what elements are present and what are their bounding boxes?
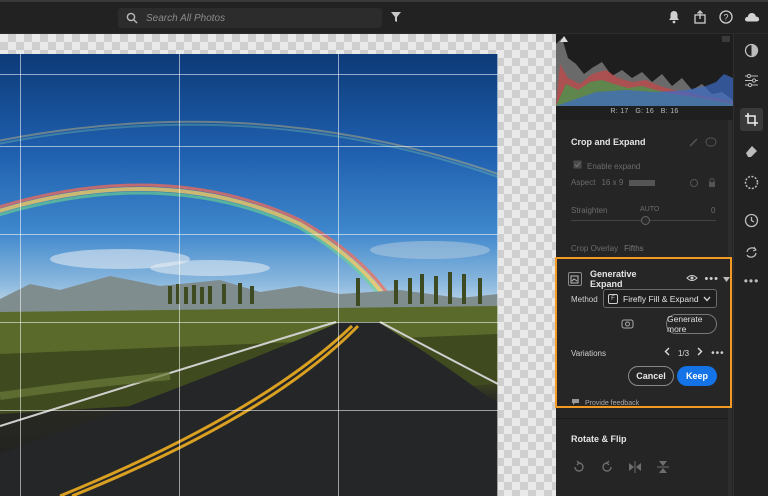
crop-grid-line	[179, 54, 180, 496]
aspect-label: Aspect	[571, 178, 596, 187]
rotate-left-icon[interactable]	[572, 460, 586, 477]
generative-expand-title: Generative Expand	[589, 269, 637, 289]
rotate-aspect-icon[interactable]	[689, 178, 699, 191]
crop-grid-line	[0, 322, 498, 323]
feedback-icon	[571, 397, 580, 409]
checkbox-icon[interactable]	[573, 160, 582, 172]
top-actions: ?	[666, 8, 760, 26]
more-tools-icon[interactable]: •••	[743, 272, 760, 289]
feedback-label: Provide feedback	[585, 399, 640, 407]
feedback-row[interactable]: Provide feedback	[571, 397, 639, 409]
toggle-icon[interactable]	[705, 137, 717, 150]
b-label: B:	[660, 108, 668, 115]
search-placeholder: Search All Photos	[146, 12, 226, 24]
flip-vertical-icon[interactable]	[656, 460, 670, 477]
aspect-swatch	[629, 179, 656, 186]
presets-icon[interactable]	[743, 42, 760, 59]
crop-section: Crop and Expand Enable expand Aspect 16 …	[556, 132, 733, 262]
divider	[556, 418, 733, 419]
straighten-slider-thumb[interactable]	[641, 216, 650, 225]
rotate-right-icon[interactable]	[600, 460, 614, 477]
crop-grid-line	[0, 146, 498, 147]
next-variation-icon[interactable]	[697, 347, 703, 359]
cloud-icon[interactable]	[744, 8, 760, 26]
variations-label: Variations	[571, 348, 606, 358]
svg-text:?: ?	[723, 13, 728, 23]
top-bar: Search All Photos ?	[0, 0, 768, 34]
canvas-area[interactable]	[0, 34, 556, 496]
crop-grid-line	[0, 410, 498, 411]
chevron-down-icon[interactable]	[723, 273, 730, 285]
rgb-readout: R: 17 G: 16 B: 16	[556, 108, 733, 115]
top-border	[0, 0, 768, 2]
method-value: Firefly Fill & Expand	[623, 293, 699, 304]
generative-expand-icon	[568, 272, 582, 286]
cancel-button[interactable]: Cancel	[628, 366, 674, 386]
adjust-sliders-icon[interactable]	[743, 72, 760, 89]
method-select[interactable]: F Firefly Fill & Expand	[603, 289, 717, 308]
g-label: G:	[635, 108, 644, 115]
generate-settings-icon[interactable]	[621, 318, 634, 332]
search-field[interactable]: Search All Photos	[118, 8, 382, 28]
r-label: R:	[610, 108, 618, 115]
aspect-value: 16 x 9	[601, 178, 624, 187]
straighten-label: Straighten	[571, 206, 608, 215]
lock-icon[interactable]	[707, 178, 717, 191]
method-label: Method	[571, 295, 598, 304]
enable-expand-label: Enable expand	[587, 161, 641, 171]
straighten-value: 0	[711, 206, 716, 215]
rotate-flip-title: Rotate & Flip	[571, 434, 627, 444]
rainbow-overlay	[0, 120, 498, 496]
g-value: 16	[645, 108, 655, 115]
aspect-tools	[689, 178, 717, 191]
generative-expand-header: Generative Expand •••	[557, 269, 730, 289]
crop-grid-line	[497, 54, 498, 496]
crop-grid-line	[0, 74, 498, 75]
flip-horizontal-icon[interactable]	[628, 460, 642, 477]
versions-icon[interactable]	[743, 244, 760, 261]
search-icon	[124, 10, 140, 26]
eraser-icon[interactable]	[743, 142, 760, 159]
rotate-flip-tools	[572, 460, 670, 477]
select-chevron-icon	[703, 293, 711, 305]
r-value: 17	[620, 108, 629, 115]
previous-variation-icon[interactable]	[664, 347, 670, 359]
b-value: 16	[670, 108, 679, 115]
share-icon[interactable]	[692, 8, 708, 26]
masking-icon[interactable]	[743, 174, 760, 191]
history-icon[interactable]	[743, 212, 760, 229]
crop-overlay-label: Crop Overlay	[571, 244, 619, 253]
enable-expand-row[interactable]: Enable expand	[573, 160, 640, 172]
crop-grid-line	[0, 234, 498, 235]
filter-icon[interactable]	[390, 11, 402, 23]
straighten-auto[interactable]: AUTO	[640, 206, 659, 213]
generative-expand-card: Generative Expand ••• Method F Firefly F…	[555, 257, 732, 408]
crop-overlay-value: Fifths	[624, 244, 644, 253]
eyedropper-icon[interactable]	[689, 137, 699, 150]
visibility-icon[interactable]	[686, 273, 699, 285]
crop-grid-line	[20, 54, 21, 496]
generate-more-button[interactable]: Generate more	[666, 314, 717, 334]
photo-image	[0, 54, 498, 496]
bell-icon[interactable]	[666, 8, 682, 26]
crop-overlay-row[interactable]: Crop Overlay Fifths	[571, 244, 644, 253]
tool-rail: •••	[733, 34, 768, 496]
variations-row: Variations 1/3 •••	[557, 347, 730, 359]
help-icon[interactable]: ?	[718, 8, 734, 26]
keep-button[interactable]: Keep	[677, 366, 717, 386]
variations-counter: 1/3	[677, 348, 690, 358]
crop-tools	[689, 137, 717, 150]
variation-more-icon[interactable]: •••	[711, 348, 725, 359]
firefly-icon: F	[608, 293, 618, 304]
more-options-icon[interactable]: •••	[704, 273, 719, 285]
crop-title: Crop and Expand	[571, 137, 646, 147]
crop-grid-line	[338, 54, 339, 496]
crop-tool-icon[interactable]	[740, 108, 763, 131]
aspect-row[interactable]: Aspect 16 x 9	[571, 178, 656, 187]
